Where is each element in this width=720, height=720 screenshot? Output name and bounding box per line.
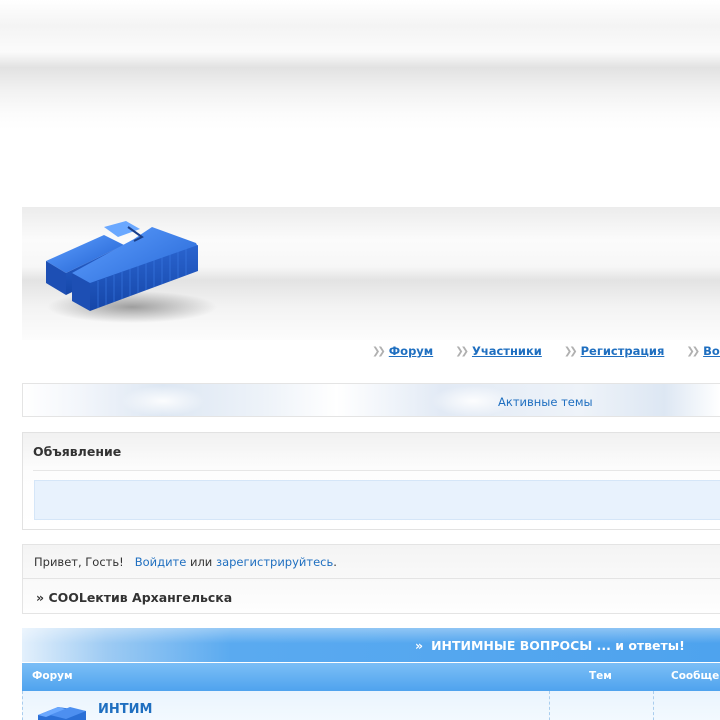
- active-topics-bar: [22, 383, 720, 417]
- column-posts: Сообщений: [671, 670, 720, 682]
- double-chevron-icon: ❯❯: [686, 345, 700, 357]
- main-nav: ❯❯ Форум ❯❯ Участники ❯❯ Регистрация ❯❯ …: [372, 343, 720, 359]
- divider: [23, 578, 720, 579]
- nav-label: Форум: [388, 344, 434, 358]
- double-chevron-icon: ❯❯: [563, 345, 578, 357]
- double-chevron-icon: ❯❯: [372, 345, 386, 357]
- nav-label: Войти: [703, 344, 720, 358]
- greeting-or: или: [189, 555, 213, 569]
- column-forum: Форум: [32, 670, 73, 682]
- nav-label: Участники: [471, 344, 542, 358]
- category-title[interactable]: » ИНТИМНЫЕ ВОПРОСЫ ... и ответы!: [415, 638, 685, 653]
- register-link[interactable]: зарегистрируйтесь: [216, 555, 333, 569]
- breadcrumb: » COOLектив Архангельска: [36, 590, 232, 605]
- forum-icon: [36, 703, 88, 720]
- breadcrumb-title[interactable]: COOLектив Архангельска: [48, 590, 232, 605]
- breadcrumb-marker: »: [36, 590, 45, 605]
- column-headers: Форум Тем Сообщений: [22, 663, 720, 691]
- announcement-body: [34, 480, 720, 520]
- nav-item-forum[interactable]: ❯❯ Форум: [372, 343, 433, 359]
- guest-greeting-panel: Привет, Гость! Войдите или зарегистрируй…: [22, 544, 720, 614]
- nav-item-login[interactable]: ❯❯ Войти: [686, 343, 720, 359]
- double-chevron-icon: ❯❯: [455, 345, 469, 357]
- table-row[interactable]: ИНТИМ: [22, 691, 720, 720]
- divider: [33, 470, 720, 471]
- nav-item-members[interactable]: ❯❯ Участники: [455, 343, 542, 359]
- cell-divider: [549, 691, 550, 720]
- login-link[interactable]: Войдите: [135, 555, 187, 569]
- forum-name-link[interactable]: ИНТИМ: [98, 702, 152, 717]
- column-topics: Тем: [589, 670, 612, 682]
- announcement-title: Объявление: [33, 444, 122, 459]
- greeting-text: Привет, Гость!: [34, 555, 124, 569]
- nav-label: Регистрация: [580, 344, 665, 358]
- greeting-period: .: [333, 555, 337, 569]
- category-marker: »: [415, 638, 424, 653]
- greeting-line: Привет, Гость! Войдите или зарегистрируй…: [34, 555, 337, 569]
- nav-item-register[interactable]: ❯❯ Регистрация: [564, 343, 665, 359]
- site-logo[interactable]: [42, 215, 222, 329]
- announcement-panel: Объявление: [22, 432, 720, 530]
- top-decor-band: [0, 0, 720, 130]
- category-header: » ИНТИМНЫЕ ВОПРОСЫ ... и ответы!: [22, 628, 720, 662]
- cell-divider: [653, 691, 654, 720]
- forum-category-table: » ИНТИМНЫЕ ВОПРОСЫ ... и ответы! Форум Те…: [22, 628, 720, 720]
- category-title-text: ИНТИМНЫЕ ВОПРОСЫ ... и ответы!: [431, 638, 685, 653]
- active-topics-link[interactable]: Активные темы: [498, 395, 593, 409]
- site-header: [22, 207, 720, 340]
